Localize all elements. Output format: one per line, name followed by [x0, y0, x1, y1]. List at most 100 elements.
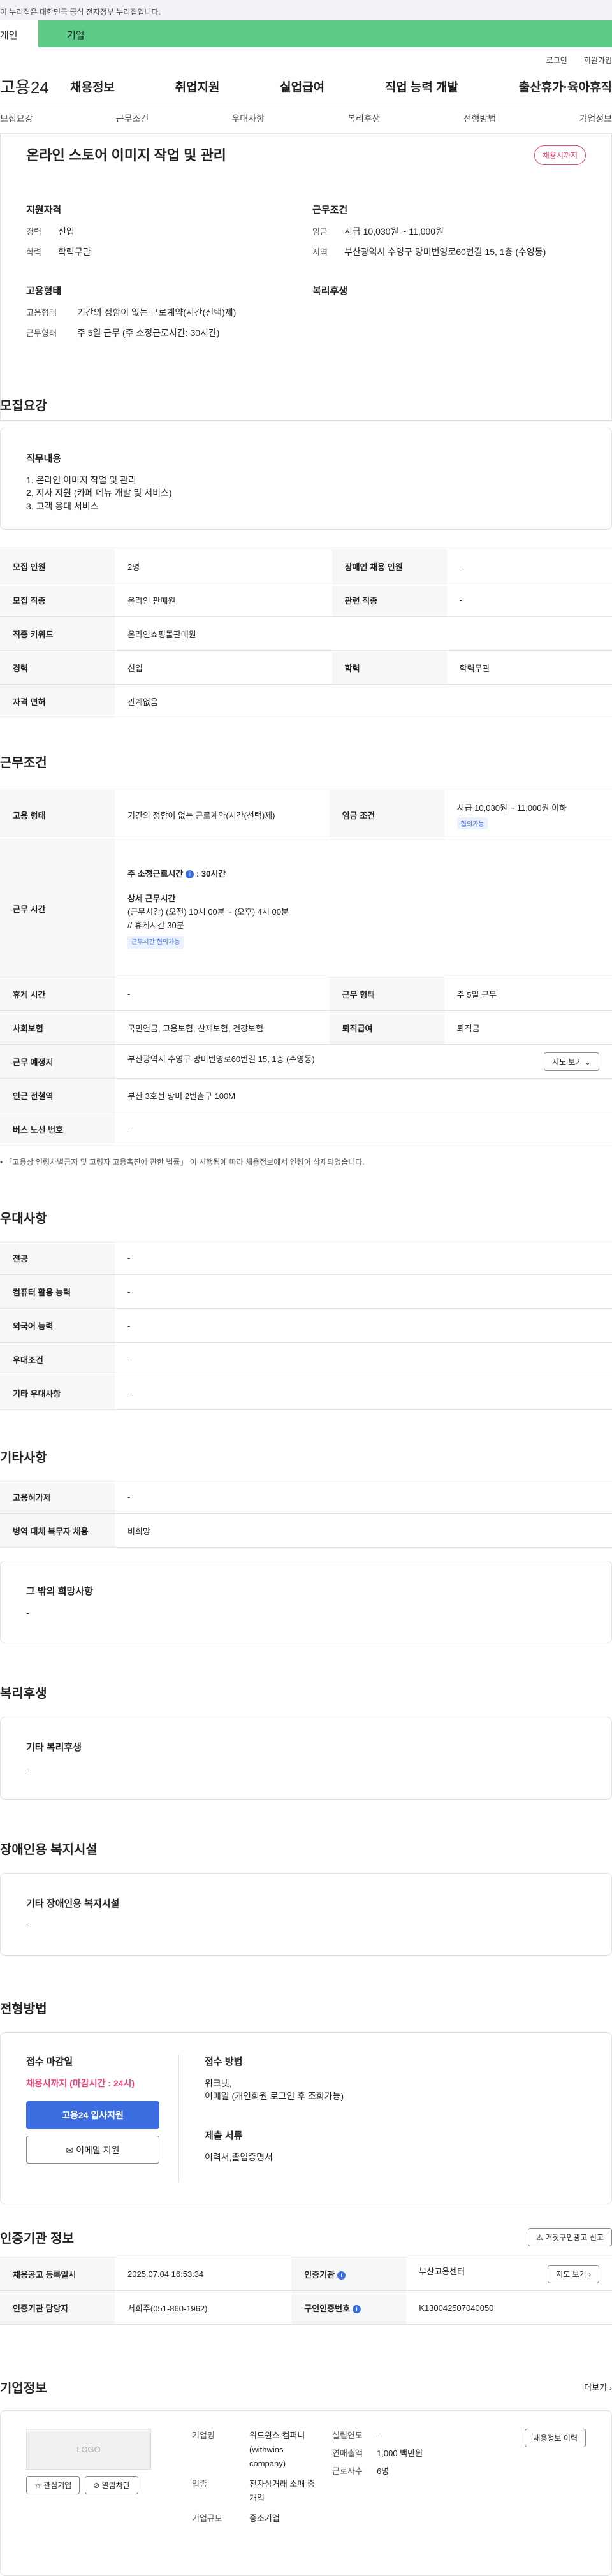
insurance-value: 국민연금, 고용보험, 산재보험, 건강보험	[115, 1010, 330, 1045]
anchor-pref[interactable]: 우대사항	[231, 112, 265, 125]
gov-notice: 이 누리집은 대한민국 공식 전자정부 누리집입니다.	[0, 8, 161, 17]
gnb-item-leave[interactable]: 출산휴가·육아휴직	[519, 78, 612, 95]
work-table: 고용 형태 기간의 정함이 없는 근로계약(시간(선택)제) 임금 조건 시급 …	[0, 790, 612, 1146]
edu-value: 학력무관	[446, 650, 612, 685]
job-history-button[interactable]: 채용정보 이력	[525, 2429, 586, 2447]
info-icon[interactable]: i	[186, 870, 194, 879]
email-apply-label: 이메일 지원	[76, 2145, 120, 2155]
disabled-box: 기타 장애인용 복지시설 -	[0, 1873, 612, 1956]
staff-label: 근로자수	[332, 2466, 363, 2477]
anchor-work[interactable]: 근무조건	[116, 112, 149, 125]
job-label: 모집 직종	[0, 583, 115, 617]
table-row: 근무 예정지 부산광역시 수영구 망미번영로60번길 15, 1층 (수영동) 지도…	[0, 1044, 612, 1079]
more-label: 더보기	[584, 2383, 608, 2392]
hours-tag: 근무시간 협의가능	[127, 936, 184, 949]
gnb-menu: 채용정보 취업지원 실업급여 직업 능력 개발 출산휴가·육아휴직	[70, 78, 612, 95]
year-label: 설립연도	[332, 2431, 363, 2440]
summary-career-value: 신입	[58, 226, 75, 236]
table-row: 모집 인원 2명 장애인 채용 인원 -	[0, 549, 612, 583]
industry-value: 전자상거래 소매 중개업	[249, 2479, 315, 2503]
recruit-section: 모집요강 직무내용 1. 온라인 이미지 작업 및 관리 2. 지사 지원 (카…	[0, 395, 612, 718]
permit-value: -	[115, 1480, 612, 1514]
info-icon[interactable]: i	[337, 2271, 346, 2280]
manager-label: 인증기관 담당자	[0, 2290, 115, 2325]
reg-value: 2025.07.04 16:53:34	[115, 2257, 292, 2291]
hours-detail-title: 상세 근무시간	[127, 894, 176, 904]
lang-label: 외국어 능력	[0, 1308, 115, 1343]
num-label: 구인인증번호	[304, 2303, 351, 2313]
company-actions: 채용정보 이력	[460, 2429, 586, 2558]
favorite-button[interactable]: ☆ 관심기업	[26, 2476, 80, 2494]
cert-section: 인증기관 정보 ⚠ 거짓구인광고 신고 채용공고 등록일시 2025.07.04…	[0, 2228, 612, 2325]
summary-cond-title: 근무조건	[312, 205, 348, 215]
gnb-item-unemployment[interactable]: 실업급여	[280, 78, 324, 95]
email-apply-button[interactable]: ✉ 이메일 지원	[26, 2136, 159, 2164]
wage-cell: 시급 10,030원 ~ 11,000원 이하 협의가능	[444, 790, 612, 840]
join-link[interactable]: 회원가입	[584, 55, 612, 70]
anchor-welfare[interactable]: 복리후생	[347, 112, 381, 125]
table-row: 버스 노선 번호 -	[0, 1112, 612, 1146]
related-value: -	[446, 583, 612, 617]
docs-title: 제출 서류	[205, 2130, 243, 2141]
size-value: 중소기업	[249, 2514, 280, 2524]
deadline-value: 채용시까지 (마감시간 : 24시)	[26, 2078, 135, 2088]
anchor-selection[interactable]: 전형방법	[463, 112, 497, 125]
company-box: LOGO ☆ 관심기업 ⊘ 열람차단 기업명 위드윈스 컴퍼니 (withwins…	[0, 2410, 612, 2576]
map-button[interactable]: 지도 보기 ⌄	[544, 1052, 599, 1071]
recruit-table: 모집 인원 2명 장애인 채용 인원 - 모집 직종 온라인 판매원 관련 직종 - 직종 …	[0, 549, 612, 718]
mail-icon: ✉	[66, 2145, 74, 2155]
method-title: 접수 방법	[205, 2056, 243, 2067]
status-badge: 채용시까지	[534, 145, 586, 165]
company-more-link[interactable]: 더보기 ›	[584, 2381, 612, 2393]
gnb-item-employment-support[interactable]: 취업지원	[175, 78, 220, 95]
login-link[interactable]: 로그인	[546, 55, 567, 70]
major-label: 전공	[0, 1241, 115, 1275]
summary-wage-value: 시급 10,030원 ~ 11,000원	[344, 226, 444, 236]
weekly-hours-label: 주 소정근로시간	[127, 869, 184, 879]
summary-qualification: 지원자격 경력 신입 학력 학력무관	[26, 203, 300, 266]
gnb-item-jobs[interactable]: 채용정보	[70, 78, 115, 95]
summary-area-value: 부산광역시 수영구 망미번영로60번길 15, 1층 (수영동)	[344, 247, 546, 257]
severance-value: 퇴직금	[444, 1010, 612, 1045]
anchor-company[interactable]: 기업정보	[579, 112, 612, 125]
site-logo[interactable]: 고용24	[0, 75, 70, 98]
other-table: 고용허가제 - 병역 대체 복무자 채용 비희망	[0, 1480, 612, 1548]
star-icon: ☆	[34, 2481, 41, 2490]
reg-label: 채용공고 등록일시	[0, 2257, 115, 2291]
place-label: 근무 예정지	[0, 1044, 115, 1079]
map-button-label: 지도 보기	[552, 1057, 583, 1066]
anchor-recruit[interactable]: 모집요강	[0, 112, 33, 125]
hours-detail-line: // 휴게시간 30분	[127, 920, 184, 930]
tab-company[interactable]: 기업	[38, 20, 612, 47]
report-button[interactable]: ⚠ 거짓구인광고 신고	[528, 2228, 612, 2246]
alert-icon: ⚠	[536, 2233, 543, 2242]
favorite-label: 관심기업	[43, 2481, 72, 2490]
summary-emptype-label: 고용형태	[26, 308, 57, 317]
welfare-etc-title: 기타 복리후생	[26, 1742, 82, 1753]
days-value: 주 5일 근무	[444, 977, 612, 1011]
info-icon[interactable]: i	[353, 2304, 361, 2313]
hours-detail-line: (근무시간) (오전) 10시 00분 ~ (오후) 4시 00분	[127, 907, 289, 917]
num-value: K130042507040050	[406, 2290, 612, 2325]
gnb-item-training[interactable]: 직업 능력 개발	[385, 78, 458, 95]
cert-map-button[interactable]: 지도 보기 ›	[548, 2264, 599, 2283]
summary-career-label: 경력	[26, 227, 41, 236]
member-tabs: 개인 기업	[0, 20, 612, 47]
company-title: 기업정보	[0, 2382, 47, 2396]
apply-button[interactable]: 고용24 입사지원	[26, 2101, 159, 2129]
method-col: 접수 방법 워크넷, 이메일 (개인회원 로그인 후 조회가능) 제출 서류 이…	[179, 2055, 344, 2182]
wage-tag: 협의가능	[456, 817, 488, 829]
table-row: 근무 시간 주 소정근로시간 i : 30시간 상세 근무시간 (근무시간) (오…	[0, 840, 612, 977]
duty-box: 직무내용 1. 온라인 이미지 작업 및 관리 2. 지사 지원 (카페 메뉴 …	[0, 428, 612, 530]
cert-table: 채용공고 등록일시 2025.07.04 16:53:34 인증기관 i 부산고용…	[0, 2257, 612, 2325]
size-label: 기업규모	[192, 2514, 222, 2524]
pref-etc-label: 기타 우대사항	[0, 1376, 115, 1410]
tab-personal[interactable]: 개인	[0, 20, 38, 47]
summary-emp-title: 고용형태	[26, 286, 62, 296]
table-row: 사회보험 국민연금, 고용보험, 산재보험, 건강보험 퇴직급여 퇴직금	[0, 1010, 612, 1045]
summary-welfare: 복리후생	[312, 284, 586, 347]
career-label: 경력	[0, 650, 115, 685]
method-value: 워크넷,	[205, 2078, 232, 2088]
welfare-etc-value: -	[26, 1764, 29, 1774]
block-button[interactable]: ⊘ 열람차단	[85, 2476, 138, 2494]
